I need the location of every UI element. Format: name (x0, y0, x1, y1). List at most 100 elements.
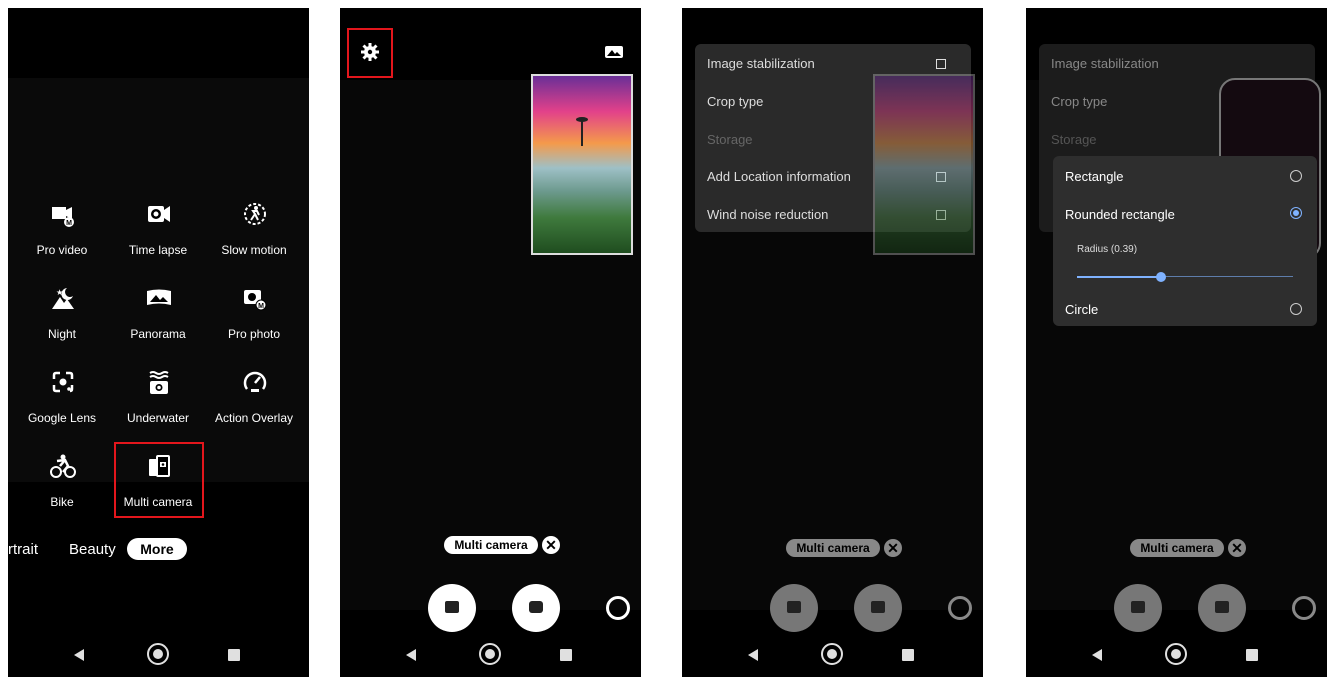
mode-pro-video[interactable]: M Pro video (14, 193, 110, 273)
mode-label: Time lapse (128, 243, 188, 257)
mode-label: Pro video (36, 243, 88, 257)
mode-label: Panorama (130, 327, 186, 341)
system-nav-bar (1026, 635, 1327, 677)
mode-label: Slow motion (221, 243, 287, 257)
mode-panorama[interactable]: Panorama (110, 277, 206, 357)
slow-motion-icon (244, 203, 266, 225)
mode-action-overlay[interactable]: Action Overlay (206, 361, 302, 441)
highlight-multi-camera (114, 442, 204, 518)
back-icon[interactable] (748, 649, 758, 661)
setting-image-stabilization: Image stabilization (1051, 56, 1159, 71)
option-rectangle[interactable]: Rectangle (1065, 169, 1124, 184)
pro-photo-icon: M (244, 290, 267, 311)
mode-google-lens[interactable]: Google Lens (14, 361, 110, 441)
setting-location[interactable]: Add Location information (707, 169, 851, 184)
rectangle-radio[interactable] (1290, 170, 1302, 182)
video-record-button[interactable] (770, 584, 818, 632)
camera-icon (529, 601, 543, 613)
camera-icon (1215, 601, 1229, 613)
image-stabilization-checkbox[interactable] (936, 59, 946, 69)
mode-label: Underwater (126, 411, 190, 425)
shutter-button[interactable] (854, 584, 902, 632)
panorama-icon (147, 289, 171, 305)
switch-camera-icon[interactable] (1292, 596, 1316, 620)
shutter-button[interactable] (1198, 584, 1246, 632)
close-chip-icon[interactable]: ✕ (884, 539, 902, 557)
setting-crop-type: Crop type (1051, 94, 1108, 109)
video-icon (1131, 601, 1145, 613)
system-nav-bar (682, 635, 983, 677)
tab-more[interactable]: More (127, 538, 187, 560)
mode-label: Google Lens (27, 411, 97, 425)
home-icon[interactable] (821, 643, 843, 665)
close-chip-icon[interactable]: ✕ (1228, 539, 1246, 557)
setting-storage: Storage (707, 132, 753, 147)
video-record-button[interactable] (428, 584, 476, 632)
rounded-rectangle-radio[interactable] (1290, 207, 1302, 219)
night-icon: ★ (52, 288, 74, 309)
action-overlay-icon (243, 371, 267, 392)
gallery-icon[interactable] (605, 44, 623, 60)
mode-night[interactable]: ★ Night (14, 277, 110, 357)
pip-preview (873, 74, 975, 255)
option-rounded-rectangle[interactable]: Rounded rectangle (1065, 207, 1175, 222)
mode-label: Bike (50, 495, 74, 509)
setting-crop-type[interactable]: Crop type (707, 94, 763, 109)
slider-thumb[interactable] (1156, 272, 1167, 282)
recents-icon[interactable] (1246, 649, 1258, 661)
home-icon[interactable] (479, 643, 501, 665)
home-icon[interactable] (1165, 643, 1187, 665)
video-record-button[interactable] (1114, 584, 1162, 632)
pro-video-icon: M (52, 207, 74, 227)
switch-camera-icon[interactable] (948, 596, 972, 620)
radius-label: Radius (0.39) (1077, 244, 1138, 255)
recents-icon[interactable] (228, 649, 240, 661)
mode-pro-photo[interactable]: M Pro photo (206, 277, 302, 357)
system-nav-bar (340, 635, 641, 677)
switch-camera-icon[interactable] (606, 596, 630, 620)
back-icon[interactable] (74, 649, 84, 661)
mode-chip: Multi camera (1130, 539, 1224, 557)
tab-portrait[interactable]: rtrait (8, 541, 38, 558)
slider-fill (1077, 276, 1162, 278)
screen-settings: Image stabilization Crop type Storage Ad… (682, 8, 983, 677)
svg-text:★: ★ (56, 288, 63, 297)
crop-type-dialog: Rectangle Rounded rectangle Radius (0.39… (1053, 156, 1317, 326)
mode-bike[interactable]: Bike (14, 445, 110, 525)
option-circle[interactable]: Circle (1065, 302, 1098, 317)
screen-multi-camera: Multi camera ✕ (340, 8, 641, 677)
screen-mode-picker: M Pro video Time lapse Slow motion ★ Nig… (8, 8, 309, 677)
setting-image-stabilization[interactable]: Image stabilization (707, 56, 815, 71)
home-icon[interactable] (147, 643, 169, 665)
svg-text:M: M (66, 220, 72, 227)
setting-storage: Storage (1051, 132, 1097, 147)
pip-preview[interactable] (531, 74, 633, 255)
svg-text:M: M (258, 303, 264, 310)
system-nav-bar (8, 635, 309, 677)
camera-icon (871, 601, 885, 613)
video-icon (787, 601, 801, 613)
back-icon[interactable] (406, 649, 416, 661)
time-lapse-icon (148, 206, 170, 222)
tab-beauty[interactable]: Beauty (69, 541, 116, 558)
mode-chip: Multi camera (786, 539, 880, 557)
mode-chip: Multi camera (444, 536, 538, 554)
radius-slider[interactable] (1077, 272, 1293, 282)
screen-crop-type: Image stabilization Crop type Storage Re… (1026, 8, 1327, 677)
mode-label: Night (47, 327, 76, 341)
mode-label: Action Overlay (214, 411, 294, 425)
mode-slow-motion[interactable]: Slow motion (206, 193, 302, 273)
google-lens-icon (52, 371, 74, 393)
preview-image (875, 76, 973, 253)
mode-time-lapse[interactable]: Time lapse (110, 193, 206, 273)
circle-radio[interactable] (1290, 303, 1302, 315)
recents-icon[interactable] (560, 649, 572, 661)
setting-wind-noise[interactable]: Wind noise reduction (707, 207, 828, 222)
back-icon[interactable] (1092, 649, 1102, 661)
mode-underwater[interactable]: Underwater (110, 361, 206, 441)
recents-icon[interactable] (902, 649, 914, 661)
video-icon (445, 601, 459, 613)
close-chip-icon[interactable]: ✕ (542, 536, 560, 554)
underwater-icon (149, 371, 169, 394)
shutter-button[interactable] (512, 584, 560, 632)
